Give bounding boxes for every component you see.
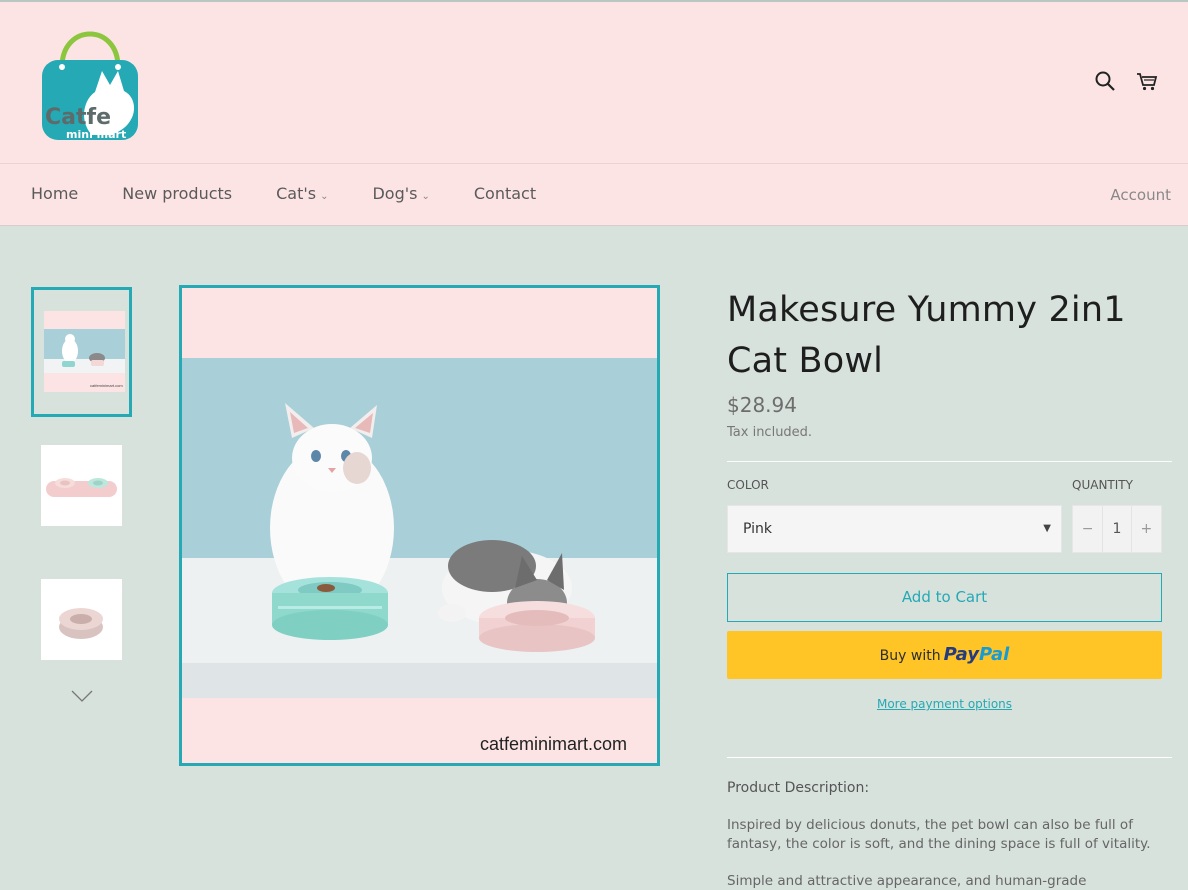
- product-price: $28.94: [727, 393, 797, 417]
- cart-icon[interactable]: [1136, 70, 1158, 92]
- paypal-button[interactable]: Buy with PayPal: [727, 631, 1162, 679]
- select-arrow-icon: ▼: [1043, 523, 1051, 534]
- thumbnail-1[interactable]: catfeminimart.com: [31, 287, 132, 417]
- nav-new-products[interactable]: New products: [122, 184, 232, 203]
- product-info: Makesure Yummy 2in1 Cat Bowl $28.94 Tax …: [727, 285, 1172, 890]
- site-header: Catfe mini mart: [0, 2, 1188, 164]
- search-icon[interactable]: [1094, 70, 1116, 92]
- nav-dogs[interactable]: Dog's ⌄: [372, 184, 429, 203]
- divider: [727, 757, 1172, 758]
- svg-text:catfeminimart.com: catfeminimart.com: [90, 383, 123, 388]
- color-select-value: Pink: [743, 521, 773, 537]
- chevron-down-icon: ⌄: [421, 191, 430, 202]
- color-select[interactable]: Pink ▼: [727, 505, 1062, 553]
- description-paragraph: Simple and attractive appearance, and hu…: [727, 873, 1087, 889]
- site-logo[interactable]: Catfe mini mart: [40, 27, 140, 142]
- more-payment-options-link[interactable]: More payment options: [727, 697, 1162, 711]
- thumbnail-3[interactable]: [31, 557, 132, 687]
- chevron-down-icon: ⌄: [320, 191, 329, 202]
- tax-note: Tax included.: [727, 425, 813, 440]
- quantity-input[interactable]: 1: [1102, 506, 1132, 552]
- color-label: COLOR: [727, 478, 769, 492]
- account-link[interactable]: Account: [1110, 186, 1171, 204]
- nav-cats[interactable]: Cat's ⌄: [276, 184, 328, 203]
- chevron-down-icon[interactable]: [70, 688, 94, 704]
- main-nav: Home New products Cat's ⌄ Dog's ⌄ Contact …: [0, 164, 1188, 226]
- svg-text:mini mart: mini mart: [66, 128, 126, 141]
- description-paragraph: Inspired by delicious donuts, the pet bo…: [727, 817, 1151, 852]
- add-to-cart-button[interactable]: Add to Cart: [727, 573, 1162, 622]
- main-product-image[interactable]: catfeminimart.com: [179, 285, 660, 766]
- thumbnail-image: catfeminimart.com: [44, 311, 125, 392]
- quantity-stepper: − 1 +: [1072, 505, 1162, 553]
- quantity-label: QUANTITY: [1072, 478, 1133, 492]
- thumbnail-2[interactable]: [31, 423, 132, 553]
- thumbnail-image: [41, 445, 122, 526]
- nav-contact[interactable]: Contact: [474, 184, 536, 203]
- divider: [727, 461, 1172, 462]
- paypal-logo-pal: Pal: [978, 644, 1010, 665]
- paypal-logo-pay: Pay: [943, 644, 979, 665]
- thumbnail-image: [41, 579, 122, 660]
- image-watermark: catfeminimart.com: [479, 734, 627, 754]
- svg-text:Catfe: Catfe: [45, 105, 111, 130]
- nav-home[interactable]: Home: [31, 184, 78, 203]
- description-heading: Product Description:: [727, 780, 870, 796]
- quantity-decrease-button[interactable]: −: [1073, 506, 1102, 552]
- product-title: Makesure Yummy 2in1 Cat Bowl: [727, 290, 1126, 381]
- paypal-prefix: Buy with: [879, 648, 941, 664]
- quantity-increase-button[interactable]: +: [1132, 506, 1161, 552]
